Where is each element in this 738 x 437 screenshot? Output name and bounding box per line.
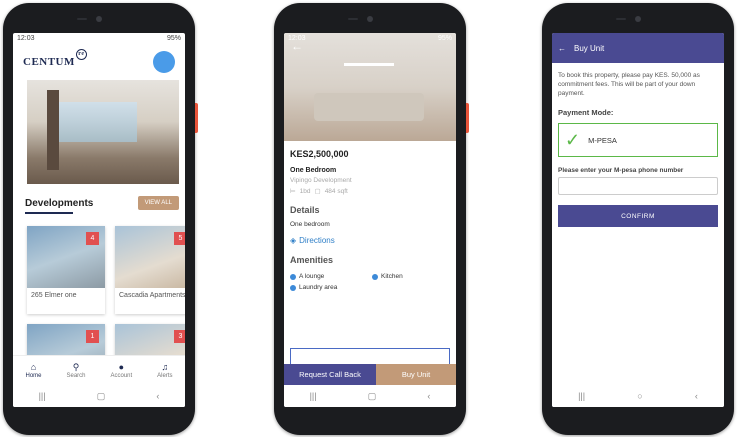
back-icon[interactable]: ‹ (427, 391, 430, 401)
amenity-item: Laundry area (290, 284, 368, 291)
home-icon: ⌂ (30, 362, 37, 372)
side-button (195, 103, 198, 133)
recents-icon[interactable]: ||| (310, 391, 317, 401)
home-button-icon[interactable]: ○ (637, 391, 642, 401)
bed-icon: ⊨ (290, 188, 296, 195)
speaker (616, 18, 626, 20)
system-nav: ||| ▢ ‹ (284, 385, 456, 407)
map-pin-icon: ◈ (290, 236, 297, 245)
status-time: 12:03 (17, 35, 35, 42)
home-button-icon[interactable]: ▢ (97, 391, 106, 402)
home-button-icon[interactable]: ▢ (368, 391, 377, 402)
system-nav: ||| ▢ ‹ (13, 385, 185, 407)
partial-card (290, 348, 450, 364)
count-badge: 1 (86, 330, 99, 343)
tab-home[interactable]: ⌂ Home (25, 362, 41, 379)
side-button (466, 103, 469, 133)
mpesa-option[interactable]: ✓ M-PESA (558, 123, 718, 157)
unit-screen: 12:03 95% ← KES2,500,000 One Bedroom Vip… (284, 33, 456, 407)
directions-link[interactable]: ◈ Directions (290, 236, 450, 245)
development-name: Vipingo Development (290, 177, 352, 184)
app-header: CENTUM re (13, 44, 185, 80)
speaker (77, 18, 87, 20)
tab-account[interactable]: ● Account (110, 362, 132, 379)
search-icon: ⚲ (72, 362, 80, 372)
camera (367, 16, 373, 22)
count-badge: 3 (174, 330, 185, 343)
booking-instructions: To book this property, please pay KES. 5… (558, 72, 700, 97)
tab-alerts[interactable]: ♫ Alerts (157, 362, 172, 379)
status-battery: 95% (437, 35, 452, 42)
amenities-list: A lounge Kitchen Laundry area (290, 273, 450, 291)
details-title: Details (290, 205, 320, 215)
bottom-tabs: ⌂ Home ⚲ Search ● Account ♫ Alerts (13, 355, 185, 385)
card-name: 265 Elmer one (31, 292, 77, 299)
system-nav: ||| ○ ‹ (552, 385, 724, 407)
phone-frame-unit: 12:03 95% ← KES2,500,000 One Bedroom Vip… (274, 3, 469, 435)
back-icon[interactable]: ‹ (156, 391, 159, 401)
phone-number-label: Please enter your M-pesa phone number (558, 167, 684, 174)
card-name: Cascadia Apartments (119, 292, 185, 299)
avatar[interactable] (153, 51, 175, 73)
unit-image: 12:03 95% ← (284, 33, 456, 141)
screen-title: Buy Unit (574, 43, 605, 53)
speaker (348, 18, 358, 20)
unit-specs: ⊨ 1bd ▢ 484 sqft (290, 187, 348, 196)
unit-details: KES2,500,000 One Bedroom Vipingo Develop… (284, 141, 456, 299)
recents-icon[interactable]: ||| (578, 391, 585, 401)
buy-header: ← Buy Unit (552, 33, 724, 63)
phone-frame-buy: ← Buy Unit To book this property, please… (542, 3, 734, 435)
count-badge: 5 (174, 232, 185, 245)
home-screen: 12:03 95% CENTUM re Developments VIEW ALL… (13, 33, 185, 407)
hero-image (27, 80, 179, 184)
back-icon[interactable]: ‹ (695, 391, 698, 401)
phone-frame-home: 12:03 95% CENTUM re Developments VIEW ALL… (3, 3, 198, 435)
status-bar: 12:03 95% (284, 33, 456, 44)
amenity-item: A lounge (290, 273, 368, 280)
phone-number-input[interactable] (558, 177, 718, 195)
section-title: Developments (25, 197, 94, 209)
buy-screen: ← Buy Unit To book this property, please… (552, 33, 724, 407)
status-battery: 95% (166, 35, 181, 42)
centum-logo: CENTUM re (23, 49, 87, 68)
user-icon: ● (118, 362, 125, 372)
back-arrow-icon[interactable]: ← (291, 39, 303, 53)
payment-mode-label: Payment Mode: (558, 108, 614, 117)
bell-icon: ♫ (161, 362, 169, 372)
action-bar: Request Call Back Buy Unit (284, 364, 456, 385)
check-icon: ✓ (565, 129, 581, 150)
buy-unit-button[interactable]: Buy Unit (376, 364, 456, 385)
development-card[interactable]: 5 Cascadia Apartments (115, 226, 185, 314)
area-icon: ▢ (314, 188, 321, 195)
confirm-button[interactable]: CONFIRM (558, 205, 718, 227)
buy-form: To book this property, please pay KES. 5… (552, 63, 724, 235)
tab-search[interactable]: ⚲ Search (66, 362, 85, 379)
development-card[interactable]: 4 265 Elmer one (27, 226, 105, 314)
status-bar: 12:03 95% (13, 33, 185, 44)
developments-header: Developments VIEW ALL (13, 184, 185, 210)
view-all-button[interactable]: VIEW ALL (137, 196, 179, 210)
camera (96, 16, 102, 22)
back-arrow-icon[interactable]: ← (558, 44, 566, 53)
amenity-item: Kitchen (372, 273, 450, 280)
unit-type: One Bedroom (290, 167, 337, 174)
camera (635, 16, 641, 22)
details-text: One bedroom (290, 221, 330, 228)
request-call-back-button[interactable]: Request Call Back (284, 364, 376, 385)
amenities-title: Amenities (290, 255, 334, 265)
count-badge: 4 (86, 232, 99, 245)
recents-icon[interactable]: ||| (39, 391, 46, 401)
unit-price: KES2,500,000 (290, 149, 349, 159)
